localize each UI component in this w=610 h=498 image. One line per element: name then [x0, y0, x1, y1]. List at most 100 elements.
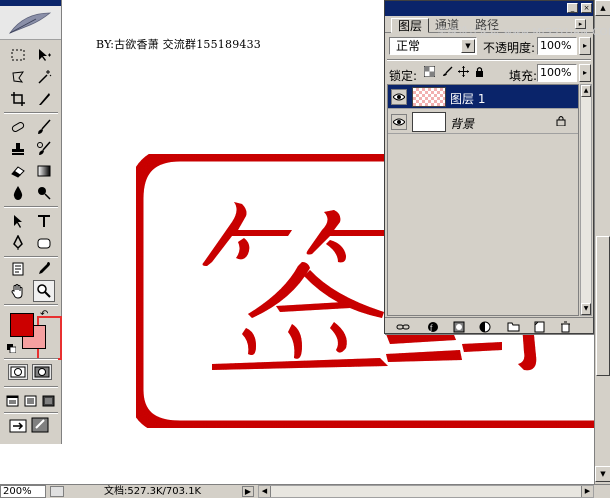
magnifier-icon: [37, 284, 51, 298]
horizontal-scrollbar[interactable]: ◀ ▶: [258, 485, 594, 498]
delete-layer-button[interactable]: [557, 320, 573, 333]
lasso-tool[interactable]: [7, 66, 29, 88]
pen-tool[interactable]: [7, 232, 29, 254]
hand-icon: [11, 284, 23, 299]
new-group-button[interactable]: [505, 320, 521, 333]
scroll-down-button[interactable]: ▼: [581, 303, 591, 315]
checker-icon: [423, 65, 435, 78]
brush-icon: [38, 119, 51, 134]
quick-mask-mode-button[interactable]: [32, 364, 52, 380]
toolbox: ↶: [0, 0, 62, 444]
scroll-up-button[interactable]: ▲: [595, 0, 610, 16]
brush-tool[interactable]: [33, 116, 55, 138]
brush-icon: [442, 66, 452, 76]
tab-layers[interactable]: 图层: [391, 18, 430, 33]
blur-tool[interactable]: [7, 182, 29, 204]
new-page-icon: [534, 321, 545, 332]
zoom-tool[interactable]: [33, 280, 55, 302]
chain-link-icon: [396, 324, 410, 329]
status-menu-button[interactable]: ▶: [242, 486, 254, 497]
healing-tool[interactable]: [7, 116, 29, 138]
add-mask-button[interactable]: [451, 320, 467, 333]
chevron-down-icon[interactable]: ▼: [461, 39, 475, 53]
history-brush-icon: [37, 141, 51, 155]
palette-menu-button[interactable]: ▸: [575, 19, 586, 29]
history-brush-tool[interactable]: [33, 138, 55, 160]
crop-tool[interactable]: [7, 88, 29, 110]
opacity-input[interactable]: 100%: [537, 37, 577, 55]
layer-row[interactable]: 图层 1: [388, 85, 578, 109]
slice-icon: [39, 93, 50, 105]
eye-icon: [393, 118, 405, 126]
layer-row[interactable]: 背景: [388, 110, 578, 134]
jump-to-imageready-button[interactable]: [6, 414, 54, 436]
adjustment-layer-button[interactable]: [477, 320, 493, 333]
move-tool[interactable]: [33, 44, 55, 66]
scroll-left-button[interactable]: ◀: [259, 486, 271, 497]
arrow-select-icon: [14, 215, 22, 228]
vertical-scrollbar[interactable]: ▲ ▼: [594, 0, 610, 484]
scroll-up-button[interactable]: ▲: [581, 85, 591, 97]
blend-mode-value: 正常: [396, 39, 421, 53]
marquee-tool[interactable]: [7, 44, 29, 66]
standard-mode-button[interactable]: [8, 364, 28, 380]
gradient-tool[interactable]: [33, 160, 55, 182]
half-circle-icon: [479, 321, 491, 332]
path-select-tool[interactable]: [7, 210, 29, 232]
default-colors-icon[interactable]: [7, 342, 17, 354]
layer-list: 图层 1 背景: [387, 84, 579, 316]
palette-minimize-button[interactable]: _: [567, 3, 578, 13]
lock-all-checkbox[interactable]: [473, 66, 485, 78]
palette-titlebar[interactable]: _ ×: [385, 1, 593, 16]
scroll-right-button[interactable]: ▶: [581, 486, 593, 497]
mask-icon: [453, 321, 465, 332]
opacity-slider-button[interactable]: ▸: [579, 37, 591, 55]
slice-tool[interactable]: [33, 88, 55, 110]
notes-icon: [12, 262, 24, 276]
eye-icon: [393, 93, 405, 101]
notes-tool[interactable]: [7, 258, 29, 280]
imageready-icon: [9, 417, 49, 433]
palette-footer: ƒ: [385, 317, 593, 334]
standard-mode-icon: [10, 366, 26, 378]
layer-visibility-toggle[interactable]: [391, 114, 407, 130]
toolbox-divider: [4, 112, 58, 114]
screen-mode-standard-button[interactable]: [4, 390, 20, 412]
layer-style-button[interactable]: ƒ: [425, 320, 441, 333]
eraser-tool[interactable]: [7, 160, 29, 182]
marquee-icon: [11, 49, 25, 61]
fx-icon: ƒ: [428, 321, 438, 332]
screen-mode-fullmenu-button[interactable]: [22, 390, 38, 412]
eyedropper-tool[interactable]: [33, 258, 55, 280]
shape-tool[interactable]: [33, 232, 55, 254]
screen-mode-icon: [24, 395, 36, 407]
toolbox-divider: [4, 386, 58, 388]
hand-tool[interactable]: [7, 280, 29, 302]
status-info-icon[interactable]: [50, 486, 64, 497]
lock-position-checkbox[interactable]: [457, 66, 469, 78]
zoom-level-field[interactable]: 200%: [0, 485, 46, 498]
blend-mode-select[interactable]: 正常 ▼: [389, 37, 477, 55]
lock-transparency-checkbox[interactable]: [423, 65, 435, 78]
type-icon: [38, 215, 50, 227]
fill-input[interactable]: 100%: [537, 64, 577, 82]
toolbox-logo[interactable]: [0, 6, 61, 40]
layer-list-scrollbar[interactable]: ▲ ▼: [580, 84, 592, 316]
fill-slider-button[interactable]: ▸: [579, 64, 591, 82]
layer-visibility-toggle[interactable]: [391, 89, 407, 105]
layer-name: 背景: [450, 117, 475, 131]
screen-mode-full-button[interactable]: [40, 390, 56, 412]
scroll-thumb[interactable]: [596, 236, 610, 376]
screen-mode-icon: [42, 395, 54, 407]
magic-wand-icon: [38, 70, 52, 84]
foreground-color-swatch[interactable]: [10, 313, 34, 337]
lock-pixels-checkbox[interactable]: [441, 66, 453, 78]
magic-wand-tool[interactable]: [33, 66, 55, 88]
new-layer-button[interactable]: [531, 320, 547, 333]
type-tool[interactable]: [33, 210, 55, 232]
scroll-down-button[interactable]: ▼: [595, 466, 610, 482]
clone-stamp-tool[interactable]: [7, 138, 29, 160]
link-layers-button[interactable]: [395, 320, 411, 333]
dodge-tool[interactable]: [33, 182, 55, 204]
palette-close-button[interactable]: ×: [581, 3, 592, 13]
